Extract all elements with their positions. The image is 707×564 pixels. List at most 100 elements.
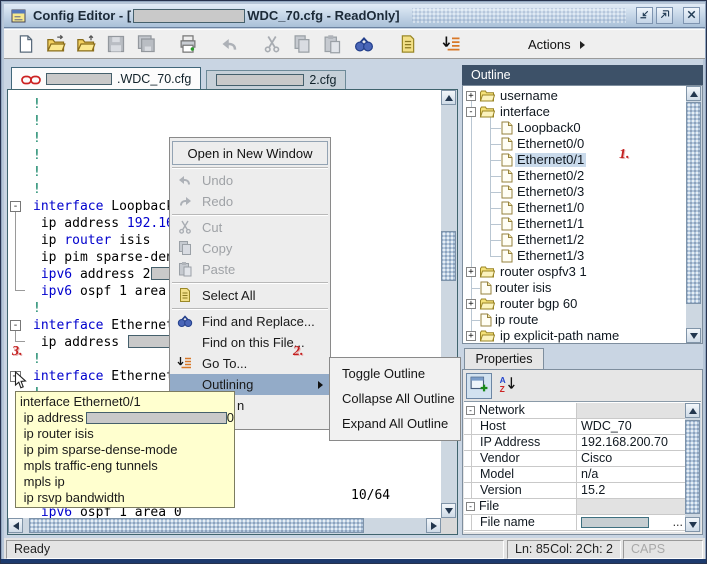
outline-item-ip-route[interactable]: ip route — [463, 312, 686, 328]
outline-item-label: router ospfv3 1 — [500, 265, 587, 279]
property-row-ip-address[interactable]: IP Address192.168.200.70 — [464, 435, 685, 451]
menu-item-find-and-replace[interactable]: Find and Replace... — [170, 311, 330, 332]
menu-item-label: Copy — [202, 241, 232, 256]
categorized-view-icon — [470, 375, 488, 398]
outline-item-ethernet0-2[interactable]: Ethernet0/2 — [463, 168, 686, 184]
expand-icon[interactable]: + — [466, 331, 476, 341]
code-token: interface — [33, 199, 103, 214]
code-token: ! — [33, 97, 41, 112]
property-row-vendor[interactable]: VendorCisco — [464, 451, 685, 467]
properties-toolbar: AZ — [466, 372, 521, 400]
property-row-model[interactable]: Modeln/a — [464, 467, 685, 483]
menu-item-find-on-this-file[interactable]: Find on this File... — [170, 332, 330, 353]
scroll-down-button[interactable] — [686, 328, 701, 343]
property-row-version[interactable]: Version 15.2 — [464, 483, 685, 499]
property-value[interactable]: n/a — [576, 467, 685, 482]
scroll-left-button[interactable] — [8, 518, 23, 533]
actions-menu-button[interactable]: Actions — [528, 37, 585, 52]
editor-line[interactable]: ! — [8, 96, 441, 113]
maximize-window-button[interactable] — [656, 7, 673, 24]
submenu-item-collapse-all-outline[interactable]: Collapse All Outline — [330, 386, 460, 411]
menu-item-open-in-new-window[interactable]: Open in New Window — [172, 141, 328, 165]
undo-icon — [177, 172, 193, 188]
expand-icon[interactable]: + — [466, 267, 476, 277]
property-row-file[interactable]: -File — [464, 499, 685, 515]
property-value[interactable]: 15.2 — [576, 483, 685, 498]
submenu-item-expand-all-outline[interactable]: Expand All Outline — [330, 411, 460, 436]
property-row-file-name[interactable]: File name... — [464, 515, 685, 531]
scroll-up-button[interactable] — [686, 86, 701, 101]
go-to-button[interactable] — [442, 34, 464, 56]
expand-icon[interactable]: + — [466, 91, 476, 101]
outline-item-ethernet1-2[interactable]: Ethernet1/2 — [463, 232, 686, 248]
tab-other-cfg[interactable]: 2.cfg — [206, 70, 346, 89]
outline-item-ethernet0-3[interactable]: Ethernet0/3 — [463, 184, 686, 200]
new-document-icon — [16, 34, 36, 54]
property-value[interactable]: Cisco — [576, 451, 685, 466]
tab-wdc70-cfg[interactable]: .WDC_70.cfg — [11, 67, 201, 89]
collapse-fold-icon[interactable]: - — [10, 320, 21, 331]
property-row-host[interactable]: HostWDC_70 — [464, 419, 685, 435]
submenu-item-toggle-outline[interactable]: Toggle Outline — [330, 361, 460, 386]
restore-window-button[interactable] — [636, 7, 653, 24]
property-value[interactable]: WDC_70 — [576, 419, 685, 434]
collapse-fold-icon[interactable]: - — [10, 201, 21, 212]
scroll-down-button[interactable] — [441, 503, 456, 518]
outline-item-ethernet1-1[interactable]: Ethernet1/1 — [463, 216, 686, 232]
property-label: Version — [480, 483, 522, 498]
vertical-scrollbar-thumb[interactable] — [686, 102, 701, 304]
outline-item-router-ospfv3-1[interactable]: + router ospfv3 1 — [463, 264, 686, 280]
close-window-button[interactable] — [683, 7, 700, 24]
outline-item-ethernet0-0[interactable]: Ethernet0/0 — [463, 136, 686, 152]
outline-item-interface[interactable]: -interface — [463, 104, 686, 120]
vertical-scrollbar-thumb[interactable] — [441, 231, 456, 281]
collapse-icon[interactable]: - — [466, 502, 475, 511]
property-value[interactable]: 192.168.200.70 — [576, 435, 685, 450]
scroll-up-button[interactable] — [685, 403, 700, 418]
mouse-cursor-icon — [14, 371, 27, 390]
scroll-down-button[interactable] — [685, 517, 700, 532]
up-arrow-icon — [445, 95, 453, 101]
menu-item-go-to[interactable]: Go To... — [170, 353, 330, 374]
outline-item-ethernet1-0[interactable]: Ethernet1/0 — [463, 200, 686, 216]
scroll-up-button[interactable] — [441, 90, 456, 105]
property-row-network[interactable]: -Network — [464, 403, 685, 419]
outline-item-loopback0[interactable]: Loopback0 — [463, 120, 686, 136]
outline-item-ethernet0-1[interactable]: Ethernet0/1 — [463, 152, 686, 168]
tab-properties[interactable]: Properties — [464, 348, 544, 370]
collapse-icon[interactable]: - — [466, 107, 476, 117]
outline-item-username[interactable]: +username — [463, 88, 686, 104]
redacted-text — [581, 517, 649, 528]
menu-item-label: Open in New Window — [188, 146, 313, 161]
scroll-right-button[interactable] — [426, 518, 441, 533]
categorized-view-button[interactable] — [466, 373, 492, 399]
expand-icon[interactable]: + — [466, 299, 476, 309]
outline-item-ethernet1-3[interactable]: Ethernet1/3 — [463, 248, 686, 264]
new-document-button[interactable] — [16, 34, 38, 56]
code-token: ipv6 — [41, 267, 72, 282]
ellipsis-button[interactable]: ... — [673, 515, 683, 530]
submenu-arrow-icon — [318, 381, 323, 389]
outline-item-router-isis[interactable]: router isis — [463, 280, 686, 296]
collapse-icon[interactable]: - — [466, 406, 475, 415]
outline-item-label: Ethernet1/2 — [517, 233, 584, 247]
redo-icon — [177, 193, 193, 209]
outline-item-router-bgp-60[interactable]: +router bgp 60 — [463, 296, 686, 312]
find-button[interactable] — [354, 34, 376, 56]
outline-item-label: Ethernet1/0 — [517, 201, 584, 215]
title-bar[interactable]: Config Editor - [WDC_70.cfg - ReadOnly] — [4, 4, 705, 28]
open-file-button[interactable] — [46, 34, 68, 56]
property-value — [576, 403, 685, 418]
sort-alphabetical-button[interactable]: AZ — [495, 373, 521, 399]
select-all-button[interactable] — [398, 34, 420, 56]
open-folder-button[interactable] — [76, 34, 98, 56]
editor-line[interactable]: ! — [8, 113, 441, 130]
menu-item-select-all[interactable]: Select All — [170, 285, 330, 306]
horizontal-scrollbar-thumb[interactable] — [29, 518, 364, 533]
code-token: ospf 1 area 0 — [72, 284, 182, 299]
outline-item-ip-explicit-path-name[interactable]: +ip explicit-path name — [463, 328, 686, 344]
print-button[interactable] — [178, 34, 200, 56]
property-value[interactable]: ... — [576, 515, 685, 530]
menu-item-label: Outlining — [202, 377, 253, 392]
vertical-scrollbar-thumb[interactable] — [685, 420, 700, 514]
